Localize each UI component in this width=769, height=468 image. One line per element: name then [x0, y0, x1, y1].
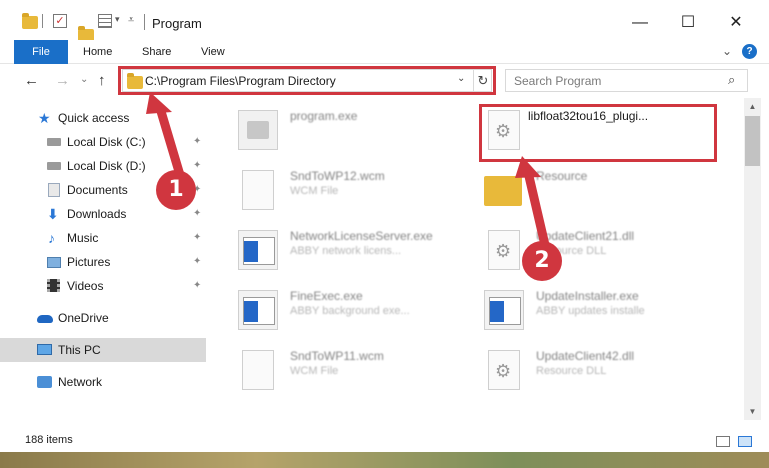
arrow-2-head [515, 156, 541, 178]
arrow-1-shaft [155, 103, 185, 180]
arrow-1-head [146, 92, 172, 114]
step-badge-1: 1 [156, 170, 196, 210]
annotation-arrows [146, 92, 550, 250]
arrow-2-shaft [523, 167, 550, 250]
step-badge-2: 2 [522, 241, 562, 281]
